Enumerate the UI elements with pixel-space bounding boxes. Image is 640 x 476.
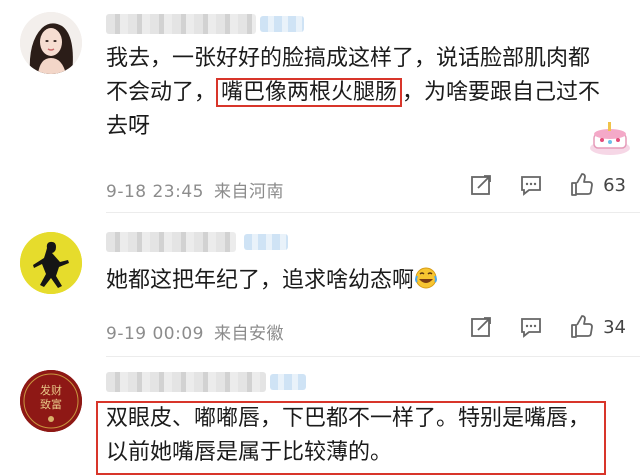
avatar[interactable] — [20, 12, 82, 74]
comment-text: 双眼皮、嘟嘟唇，下巴都不一样了。特别是嘴唇，以前她嘴唇是属于比较薄的。 — [106, 402, 600, 470]
comment-icon — [521, 318, 541, 338]
share-icon — [471, 317, 491, 337]
divider — [106, 356, 640, 357]
comment-2: 她都这把年纪了，追求啥幼态啊 9-19 00:09 来自安徽 34 — [0, 218, 640, 360]
like-count: 34 — [603, 316, 626, 338]
thumbs-up-icon — [571, 173, 593, 196]
comment-location: 来自安徽 — [213, 324, 284, 344]
highlighted-phrase: 嘴巴像两根火腿肠 — [216, 78, 403, 107]
like-count: 63 — [603, 174, 626, 196]
share-button[interactable] — [469, 173, 493, 197]
reply-button[interactable] — [519, 173, 543, 197]
yellow-figure-avatar-icon — [20, 232, 82, 294]
comment-actions: 34 — [443, 314, 626, 340]
comment-meta: 9-19 00:09 来自安徽 — [106, 319, 294, 344]
username-blurred[interactable] — [106, 14, 304, 34]
divider — [106, 212, 640, 213]
share-button[interactable] — [469, 315, 493, 339]
comment-location: 来自河南 — [213, 182, 284, 202]
comment-actions: 63 — [443, 172, 626, 198]
comment-text: 我去，一张好好的脸搞成这样了，说话脸部肌肉都不会动了， 嘴巴像两根火腿肠 ，为啥要跟… — [106, 42, 606, 144]
comment-text-part: 她都这把年纪了，追求啥幼态啊 — [106, 268, 415, 293]
seal-text-top: 发财 — [40, 383, 62, 397]
reply-button[interactable] — [519, 315, 543, 339]
comment-3: 发财 致富 双眼皮、嘟嘟唇，下巴都不一样了。特别是嘴唇，以前她嘴唇是属于比较薄的… — [0, 360, 640, 476]
like-button[interactable]: 34 — [569, 314, 626, 340]
comment-text: 她都这把年纪了，追求啥幼态啊 — [106, 264, 606, 298]
avatar[interactable] — [20, 232, 82, 294]
username-blurred[interactable] — [106, 372, 306, 392]
seal-text-bottom: 致富 — [40, 397, 62, 411]
avatar[interactable]: 发财 致富 — [20, 370, 82, 432]
comment-date: 9-19 00:09 — [106, 324, 204, 344]
comment-1: 我去，一张好好的脸搞成这样了，说话脸部肌肉都不会动了， 嘴巴像两根火腿肠 ，为啥要跟… — [0, 0, 640, 210]
thumbs-up-icon — [571, 315, 593, 338]
comment-text-part: 双眼皮、嘟嘟唇，下巴都不一样了。特别是嘴唇，以前她嘴唇是属于比较薄的。 — [106, 406, 591, 465]
woman-portrait-avatar-icon — [20, 12, 82, 74]
cake-sticker-icon — [590, 122, 630, 155]
username-blurred[interactable] — [106, 232, 288, 252]
laugh-cry-emoji-icon — [415, 267, 438, 289]
red-seal-avatar-icon: 发财 致富 — [20, 370, 82, 432]
comment-date: 9-18 23:45 — [106, 182, 204, 202]
like-button[interactable]: 63 — [569, 172, 626, 198]
share-icon — [471, 175, 491, 195]
comment-meta: 9-18 23:45 来自河南 — [106, 177, 294, 202]
comment-icon — [521, 176, 541, 196]
